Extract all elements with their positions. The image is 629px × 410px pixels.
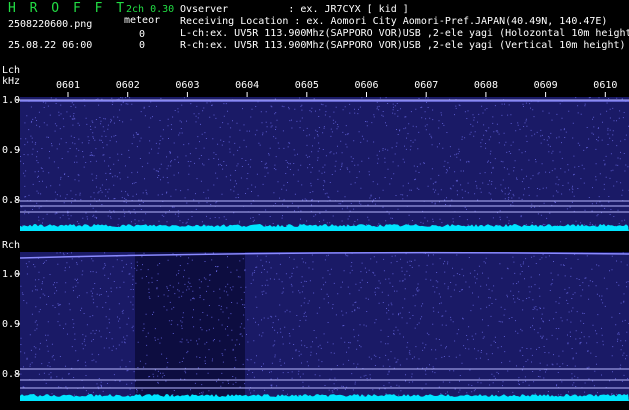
- lch-panel: [20, 97, 629, 228]
- rch-dark-band: [135, 252, 245, 398]
- spectrogram-canvas: [16, 92, 629, 401]
- rch-panel: [20, 252, 629, 398]
